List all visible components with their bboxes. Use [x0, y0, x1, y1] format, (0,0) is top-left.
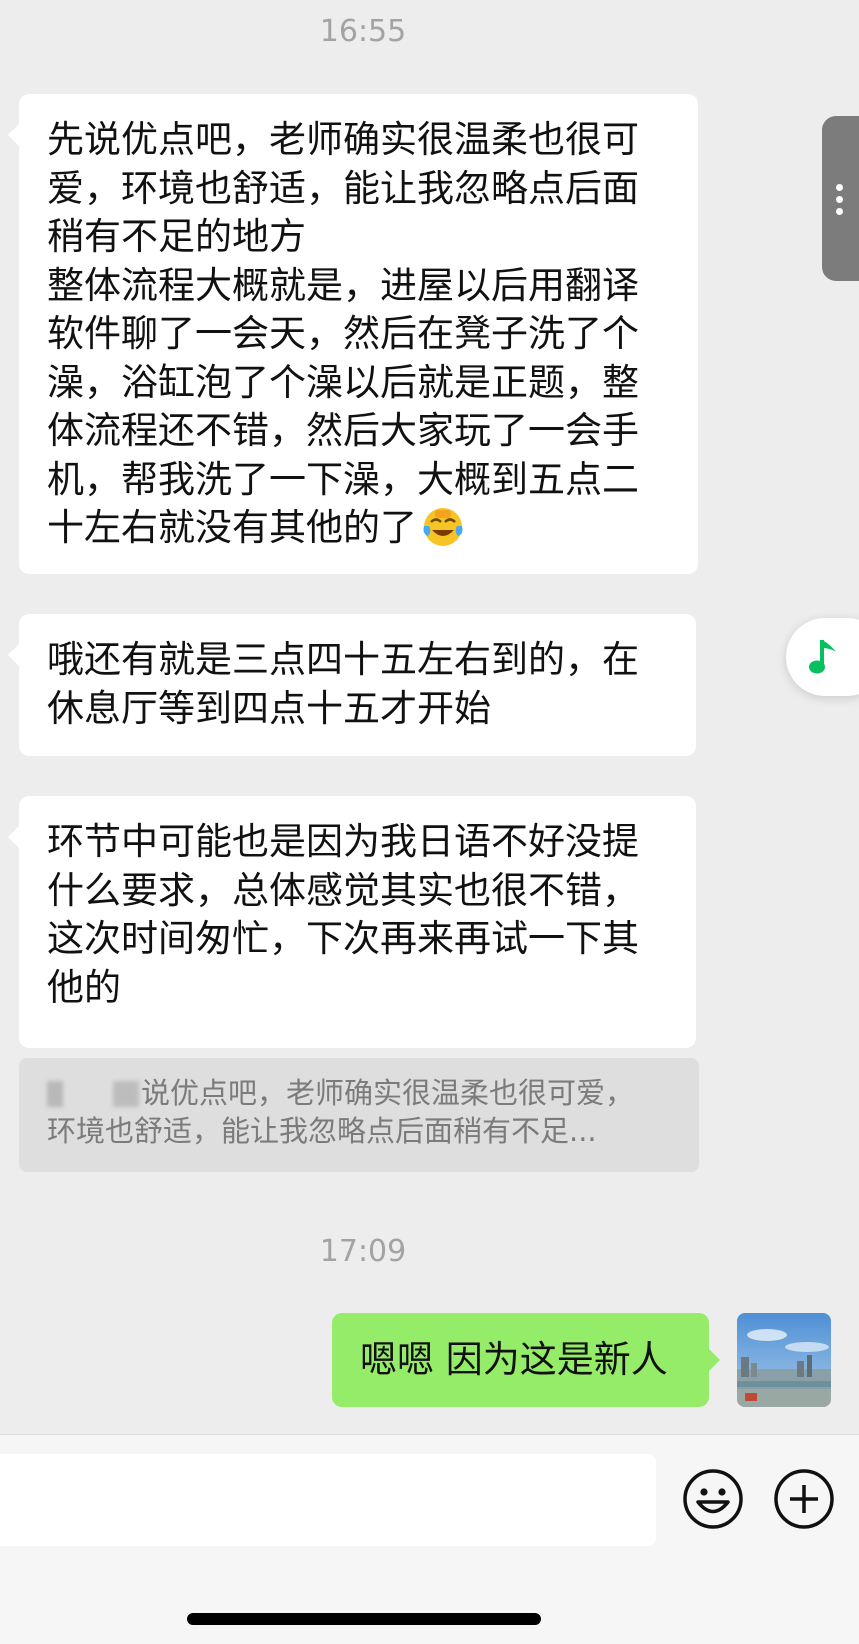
message-line: 澡，浴缸泡了个澡以后就是正题，整 [47, 360, 639, 404]
message-line: 哦还有就是三点四十五左右到的，在 [47, 638, 639, 681]
home-indicator [187, 1613, 541, 1625]
message-input[interactable] [0, 1454, 656, 1546]
chat-message-list[interactable]: 16:55 先说优点吧，老师确实很温柔也很可 爱，环境也舒适，能让我忽略点后面 … [0, 0, 859, 1434]
message-line: 软件聊了一会天，然后在凳子洗了个 [47, 312, 639, 355]
timestamp: 16:55 [319, 14, 407, 49]
message-line: 环节中可能也是因为我日语不好没提 [47, 820, 639, 863]
avatar[interactable] [737, 1313, 831, 1407]
incoming-message-bubble[interactable]: 先说优点吧，老师确实很温柔也很可 爱，环境也舒适，能让我忽略点后面 稍有不足的地… [8, 94, 698, 574]
quoted-message[interactable]: 说优点吧，老师确实很温柔也很可爱， 环境也舒适，能让我忽略点后面稍有不足... [19, 1058, 699, 1172]
timestamp: 17:09 [319, 1234, 407, 1269]
message-line: 体流程还不错，然后大家玩了一会手 [47, 409, 639, 452]
message-line: 什么要求，总体感觉其实也很不错， [47, 868, 639, 912]
smiley-face-icon[interactable] [681, 1467, 745, 1531]
message-line: 稍有不足的地方 [47, 215, 306, 258]
message-line: 整体流程大概就是，进屋以后用翻译 [47, 263, 639, 307]
input-bar [0, 1434, 859, 1644]
message-line: 爱，环境也舒适，能让我忽略点后面 [47, 166, 639, 210]
incoming-message-bubble[interactable]: 环节中可能也是因为我日语不好没提 什么要求，总体感觉其实也很不错， 这次时间匆忙… [8, 796, 696, 1048]
incoming-message-bubble[interactable]: 哦还有就是三点四十五左右到的，在 休息厅等到四点十五才开始 [8, 614, 696, 756]
plus-circle-icon[interactable] [772, 1467, 836, 1531]
quote-line: 环境也舒适，能让我忽略点后面稍有不足... [47, 1114, 597, 1148]
side-floating-handle[interactable] [822, 116, 859, 281]
more-dots-icon [836, 184, 844, 220]
message-line: 先说优点吧，老师确实很温柔也很可 [47, 118, 639, 161]
music-note-icon [809, 640, 836, 674]
message-line: 他的 [47, 965, 121, 1009]
quote-line-text: 说优点吧，老师确实很温柔也很可爱， [141, 1076, 635, 1110]
message-line: 这次时间匆忙，下次再来再试一下其 [47, 917, 639, 960]
message-line: 机，帮我洗了一下澡，大概到五点二 [47, 457, 639, 501]
floating-music-button[interactable] [786, 618, 859, 696]
message-line: 十左右就没有其他的了 [47, 504, 670, 553]
message-line-text: 十左右就没有其他的了 [47, 506, 417, 549]
quote-line: 说优点吧，老师确实很温柔也很可爱， [47, 1074, 671, 1112]
redacted-text [47, 1081, 139, 1107]
message-line: 休息厅等到四点十五才开始 [47, 686, 491, 730]
avatar-image [737, 1313, 831, 1407]
outgoing-message-bubble[interactable]: 嗯嗯 因为这是新人 [332, 1313, 720, 1407]
face-with-tears-of-joy-icon [423, 508, 463, 546]
